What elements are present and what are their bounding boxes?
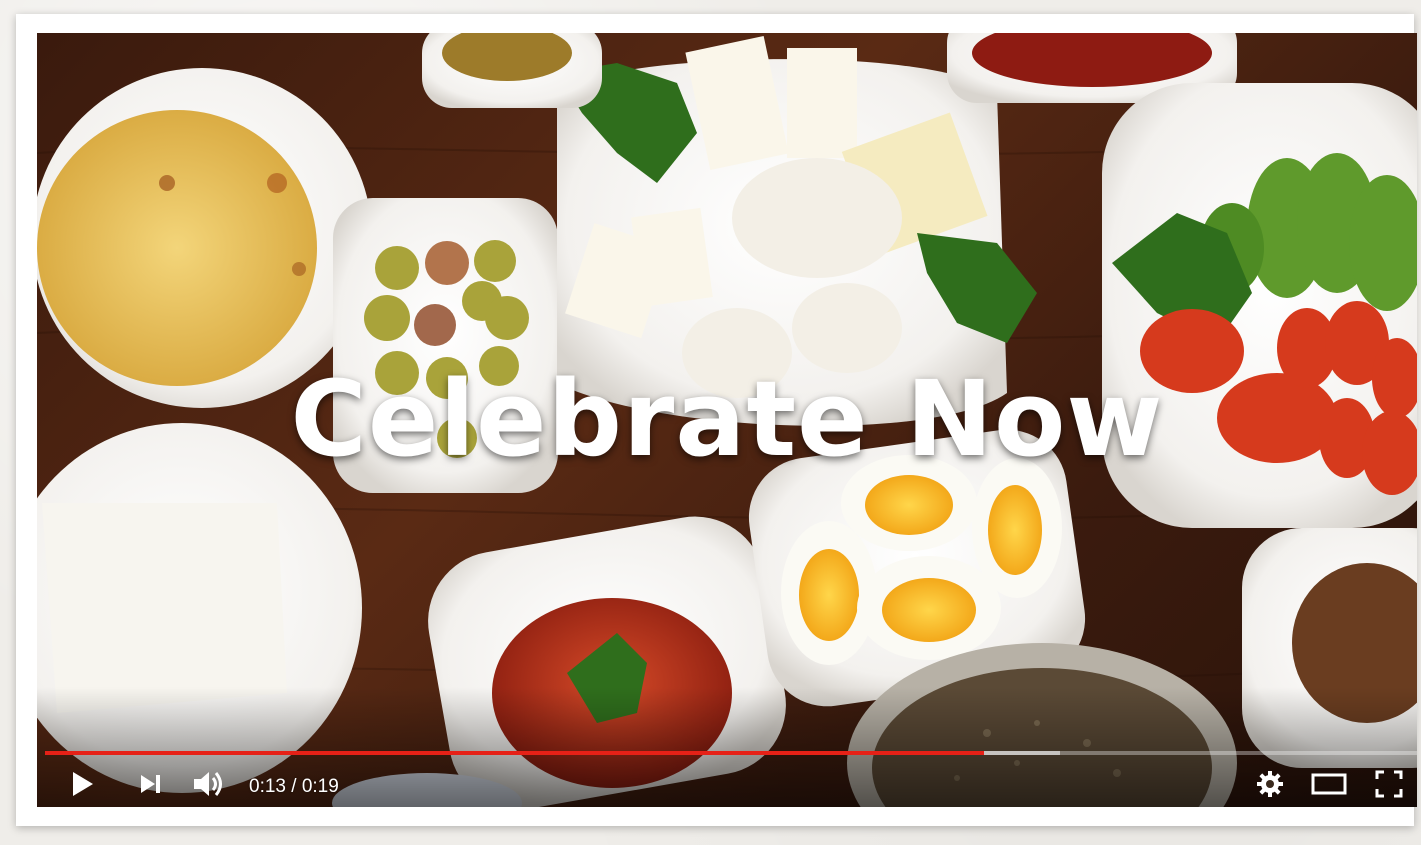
settings-button[interactable] (1251, 761, 1289, 807)
video-player[interactable]: Celebrate Now 0:13 / 0:19 (37, 33, 1417, 807)
video-title-overlay: Celebrate Now (290, 358, 1164, 480)
page-background: Celebrate Now 0:13 / 0:19 (0, 0, 1421, 845)
progress-played (45, 751, 984, 755)
player-controls: 0:13 / 0:19 (37, 761, 1417, 807)
play-button[interactable] (65, 761, 101, 807)
theater-mode-icon (1311, 773, 1347, 795)
play-icon (73, 772, 93, 796)
volume-button[interactable] (189, 761, 229, 807)
fullscreen-icon (1375, 770, 1403, 798)
progress-bar[interactable] (45, 751, 1417, 755)
time-display: 0:13 / 0:19 (249, 776, 339, 797)
gear-icon (1257, 771, 1283, 797)
next-button[interactable] (133, 761, 169, 807)
theater-mode-button[interactable] (1309, 761, 1349, 807)
volume-icon (194, 772, 222, 796)
fullscreen-button[interactable] (1369, 761, 1409, 807)
next-icon (141, 775, 160, 793)
